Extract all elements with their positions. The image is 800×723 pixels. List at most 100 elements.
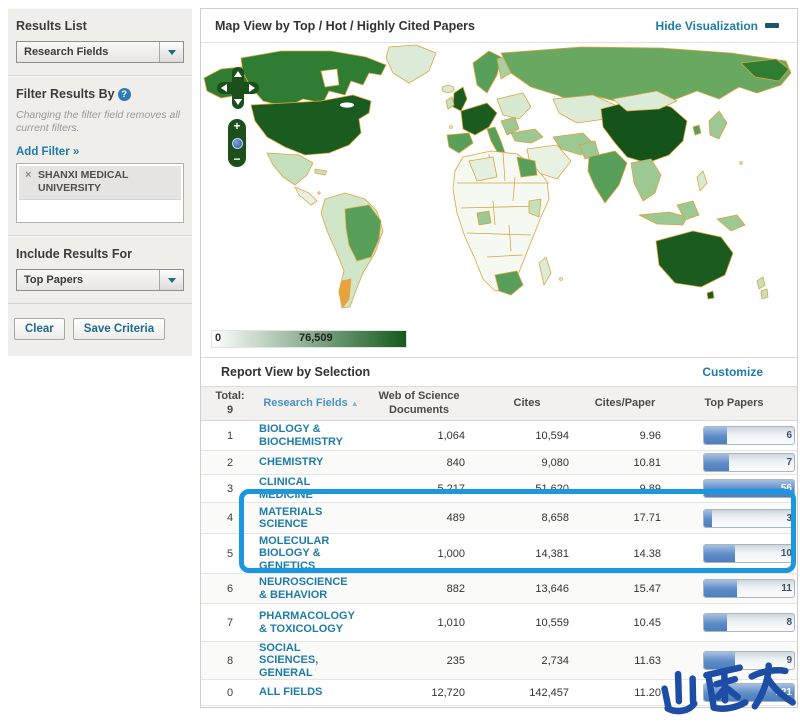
table-row: 2 CHEMISTRY 840 9,080 10.81 7 <box>201 451 797 475</box>
cites-per-paper-value: 10.81 <box>579 457 671 469</box>
total-header: Total: 9 <box>201 390 259 416</box>
docs-value: 840 <box>363 457 475 469</box>
top-papers-bar: 3 <box>703 509 795 528</box>
top-papers-bar: 56 <box>703 479 795 498</box>
row-rank: 5 <box>201 548 259 560</box>
dropdown-button[interactable] <box>159 270 183 290</box>
field-link[interactable]: CLINICAL MEDICINE <box>259 476 363 500</box>
top-papers-bar: 9 <box>703 651 795 670</box>
include-results-dropdown[interactable]: Top Papers <box>16 269 184 291</box>
top-papers-bar: 11 <box>703 579 795 598</box>
add-filter-link[interactable]: Add Filter » <box>16 146 79 158</box>
cites-per-paper-value: 9.96 <box>579 430 671 442</box>
docs-value: 1,064 <box>363 430 475 442</box>
top-papers-bar: 6 <box>703 426 795 445</box>
cites-per-paper-value: 17.71 <box>579 512 671 524</box>
cites-value: 10,559 <box>475 617 579 629</box>
dropdown-button[interactable] <box>159 42 183 62</box>
table-row: 1 BIOLOGY & BIOCHEMISTRY 1,064 10,594 9.… <box>201 421 797 451</box>
chevron-down-icon <box>168 50 176 55</box>
row-rank: 8 <box>201 655 259 667</box>
collapse-minus-icon[interactable] <box>765 23 779 28</box>
total-label: Total: <box>201 390 259 403</box>
docs-value: 1,000 <box>363 548 475 560</box>
field-link[interactable]: ALL FIELDS <box>259 686 363 698</box>
row-rank: 3 <box>201 483 259 495</box>
research-fields-header-label: Research Fields <box>263 397 347 409</box>
field-link[interactable]: PHARMACOLOGY & TOXICOLOGY <box>259 610 363 634</box>
filter-box: × SHANXI MEDICAL UNIVERSITY <box>16 163 184 223</box>
sort-ascending-icon: ▲ <box>351 399 359 408</box>
docs-value: 5,217 <box>363 483 475 495</box>
filter-chip[interactable]: × SHANXI MEDICAL UNIVERSITY <box>19 166 181 199</box>
zoom-out-button[interactable]: − <box>233 154 240 165</box>
docs-value: 489 <box>363 512 475 524</box>
chevron-down-icon <box>168 278 176 283</box>
column-research-fields[interactable]: Research Fields ▲ <box>259 397 363 410</box>
top-papers-value: 6 <box>786 430 792 441</box>
zoom-in-button[interactable]: + <box>233 121 240 132</box>
page: Results List Research Fields Filter Resu… <box>0 0 800 723</box>
field-link[interactable]: MOLECULAR BIOLOGY & GENETICS <box>259 535 363 571</box>
top-papers-value: 121 <box>775 687 792 698</box>
cites-value: 2,734 <box>475 655 579 667</box>
map-pan-control[interactable] <box>217 67 259 109</box>
cites-per-paper-value: 11.20 <box>579 687 671 699</box>
top-papers-bar: 8 <box>703 613 795 632</box>
filter-heading-text: Filter Results By <box>16 87 115 101</box>
table-row: 5 MOLECULAR BIOLOGY & GENETICS 1,000 14,… <box>201 534 797 574</box>
map-zoom-control[interactable]: + − <box>228 119 246 167</box>
column-top-papers[interactable]: Top Papers <box>671 397 797 410</box>
top-papers-value: 8 <box>786 617 792 628</box>
cites-value: 51,620 <box>475 483 579 495</box>
row-rank: 7 <box>201 617 259 629</box>
hide-visualization-link[interactable]: Hide Visualization <box>656 19 758 33</box>
cites-value: 142,457 <box>475 687 579 699</box>
cites-per-paper-value: 9.89 <box>579 483 671 495</box>
remove-filter-icon[interactable]: × <box>25 169 31 182</box>
include-results-value: Top Papers <box>17 274 159 286</box>
top-papers-bar: 10 <box>703 544 795 563</box>
cites-value: 10,594 <box>475 430 579 442</box>
top-papers-value: 10 <box>781 548 792 559</box>
sidebar: Results List Research Fields Filter Resu… <box>8 8 192 356</box>
field-link[interactable]: MATERIALS SCIENCE <box>259 506 363 530</box>
results-list-heading: Results List <box>16 19 184 33</box>
cites-per-paper-value: 14.38 <box>579 548 671 560</box>
choropleth-map[interactable] <box>201 43 797 323</box>
field-link[interactable]: CHEMISTRY <box>259 456 363 468</box>
table-row: 6 NEUROSCIENCE & BEHAVIOR 882 13,646 15.… <box>201 574 797 604</box>
field-link[interactable]: BIOLOGY & BIOCHEMISTRY <box>259 423 363 447</box>
cites-value: 9,080 <box>475 457 579 469</box>
map-title: Map View by Top / Hot / Highly Cited Pap… <box>201 19 475 33</box>
row-rank: 4 <box>201 512 259 524</box>
globe-icon[interactable] <box>232 138 243 149</box>
row-rank: 1 <box>201 430 259 442</box>
column-cites[interactable]: Cites <box>475 397 579 410</box>
column-cites-paper[interactable]: Cites/Paper <box>579 397 671 410</box>
help-icon[interactable]: ? <box>118 88 131 101</box>
results-list-value: Research Fields <box>17 46 159 58</box>
column-docs[interactable]: Web of Science Documents <box>363 390 475 416</box>
legend-max-label: 76,509 <box>299 332 333 344</box>
table-row: 7 PHARMACOLOGY & TOXICOLOGY 1,010 10,559… <box>201 604 797 642</box>
results-list-dropdown[interactable]: Research Fields <box>16 41 184 63</box>
map-legend: 0 76,509 <box>201 323 797 357</box>
top-papers-bar: 121 <box>703 683 795 702</box>
row-rank: 2 <box>201 457 259 469</box>
save-criteria-button[interactable]: Save Criteria <box>73 318 165 340</box>
filter-chip-label: SHANXI MEDICAL UNIVERSITY <box>38 169 128 194</box>
field-link[interactable]: NEUROSCIENCE & BEHAVIOR <box>259 576 363 600</box>
customize-link[interactable]: Customize <box>702 365 797 379</box>
include-results-section: Include Results For Top Papers <box>8 236 192 304</box>
total-value: 9 <box>201 404 259 417</box>
cites-per-paper-value: 15.47 <box>579 583 671 595</box>
main-panel: Map View by Top / Hot / Highly Cited Pap… <box>200 8 798 708</box>
field-link[interactable]: SOCIAL SCIENCES, GENERAL <box>259 642 363 678</box>
clear-button[interactable]: Clear <box>14 318 65 340</box>
row-rank: 0 <box>201 687 259 699</box>
map-header: Map View by Top / Hot / Highly Cited Pap… <box>201 9 797 43</box>
world-map[interactable]: + − <box>201 43 797 323</box>
table-row: 3 CLINICAL MEDICINE 5,217 51,620 9.89 56 <box>201 475 797 503</box>
cites-value: 8,658 <box>475 512 579 524</box>
